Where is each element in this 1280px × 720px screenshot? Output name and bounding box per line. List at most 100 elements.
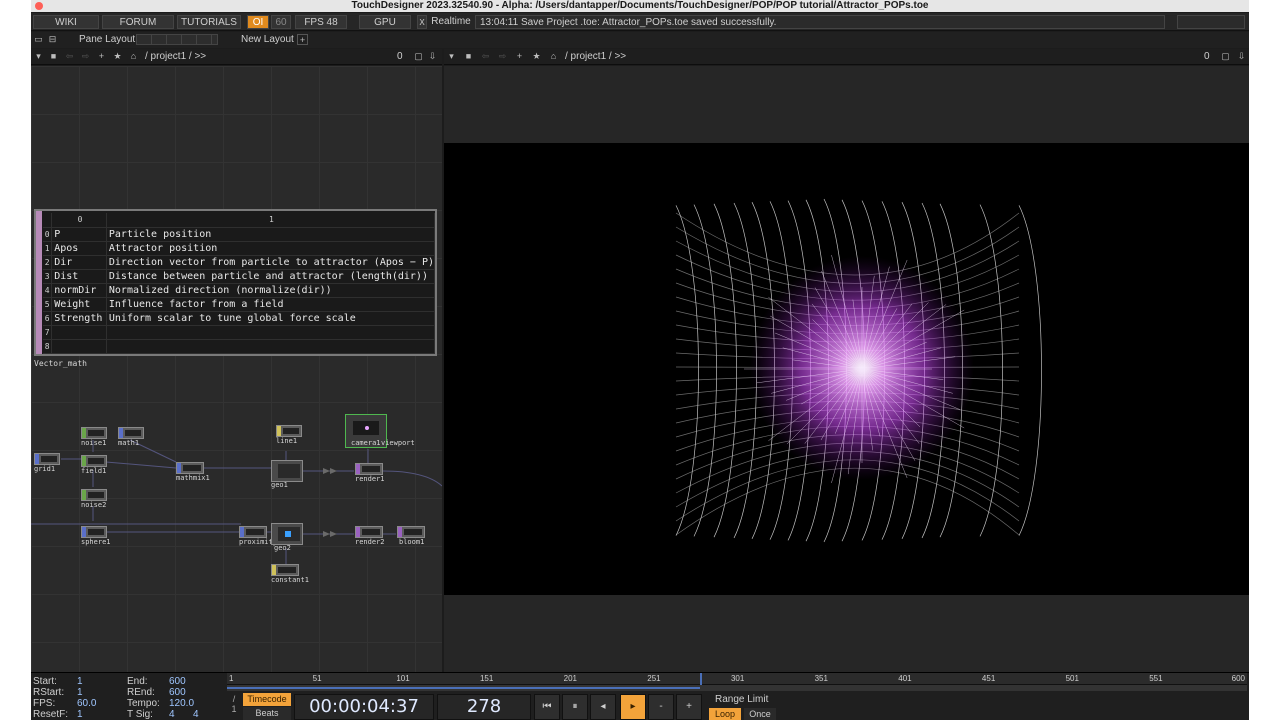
timeline-ruler[interactable]: 1 51 101 151 201 251 301 351 401 451 501 551 600: [227, 673, 1247, 685]
timeline-scrubber[interactable]: [227, 685, 1247, 691]
add-layout-button[interactable]: +: [297, 34, 308, 45]
math1-node[interactable]: [118, 427, 144, 439]
back-icon[interactable]: ⇦: [64, 51, 75, 62]
pane-layout-presets[interactable]: [136, 34, 218, 45]
forum-button[interactable]: FORUM: [102, 15, 174, 29]
add-icon[interactable]: +: [514, 51, 525, 62]
search-box[interactable]: [1177, 15, 1245, 29]
network-editor[interactable]: 0 1 0 P Particle position 1 Apos Attractor p…: [31, 66, 442, 672]
ruler-tick: 151: [479, 674, 494, 683]
step-plus-button[interactable]: +: [676, 694, 702, 720]
star-icon[interactable]: ★: [112, 51, 123, 62]
ruler-tick: 201: [563, 674, 577, 683]
mathmix1-node[interactable]: [176, 462, 204, 474]
rstart-frame[interactable]: 1: [77, 687, 83, 698]
chevron-down-icon[interactable]: ▾: [446, 51, 457, 62]
timeline-bar: Start: 1 RStart: 1 FPS: 60.0 ResetF: 1 End: 6…: [31, 672, 1249, 720]
realtime-checkbox[interactable]: X: [417, 15, 427, 29]
start-frame[interactable]: 1: [77, 676, 83, 687]
download-icon[interactable]: ⇩: [1236, 51, 1247, 62]
loop-toggle[interactable]: Loop: [709, 708, 741, 720]
network-pathbar: ▾ ■ ⇦ ⇨ + ★ ⌂ / project1 / >> 0 ▢ ⇩: [31, 49, 442, 65]
sphere1-label: sphere1: [81, 538, 111, 546]
tsig-b[interactable]: 4: [193, 709, 199, 720]
back-icon[interactable]: ⇦: [480, 51, 491, 62]
ruler-tick: 251: [647, 674, 661, 683]
download-icon[interactable]: ⇩: [427, 51, 438, 62]
render1-node[interactable]: [355, 463, 383, 475]
network-path[interactable]: / project1 / >>: [145, 51, 206, 62]
gpu-button[interactable]: GPU: [359, 15, 411, 29]
mathmix1-label: mathmix1: [176, 474, 210, 482]
home-icon[interactable]: ⌂: [548, 51, 559, 62]
stop-icon[interactable]: ■: [463, 51, 474, 62]
geo2-label: geo2: [274, 544, 291, 552]
noise2-node[interactable]: [81, 489, 107, 501]
geo1-node[interactable]: [271, 460, 303, 482]
constant1-node[interactable]: [271, 564, 299, 576]
ruler-tick: 301: [730, 674, 745, 683]
end-frame[interactable]: 600: [169, 676, 186, 687]
step-minus-button[interactable]: -: [648, 694, 674, 720]
split-icon[interactable]: ⊟: [47, 34, 58, 45]
home-icon[interactable]: ⌂: [128, 51, 139, 62]
oi-indicator[interactable]: OI: [247, 15, 269, 29]
viewer-count: 0: [1204, 51, 1210, 62]
rewind-button[interactable]: ⏮: [534, 694, 560, 720]
add-icon[interactable]: +: [96, 51, 107, 62]
stop-icon[interactable]: ■: [48, 51, 59, 62]
new-layout-label: New Layout: [241, 34, 294, 45]
rend-frame[interactable]: 600: [169, 687, 186, 698]
ruler-tick: 600: [1231, 674, 1245, 683]
chevron-down-icon[interactable]: ▾: [33, 51, 44, 62]
fps-readout: FPS 48: [295, 15, 347, 29]
status-message: 13:04:11 Save Project .toe: Attractor_PO…: [475, 15, 1165, 29]
window-titlebar: TouchDesigner 2023.32540.90 - Alpha: /Us…: [31, 0, 1249, 12]
viewport-render[interactable]: [444, 143, 1249, 595]
step-back-button[interactable]: ◂: [590, 694, 616, 720]
bloom1-node[interactable]: [397, 526, 425, 538]
geo2-node[interactable]: [271, 523, 303, 545]
playhead[interactable]: [699, 673, 702, 685]
close-window-icon[interactable]: [35, 2, 43, 10]
pane-layout-label: Pane Layout: [79, 34, 136, 45]
forward-icon[interactable]: ⇨: [497, 51, 508, 62]
viewport-label: viewport: [381, 439, 415, 447]
render2-node[interactable]: [355, 526, 383, 538]
timecode-display[interactable]: 00:00:04:37: [294, 694, 434, 720]
pause-button[interactable]: ⏸: [562, 694, 588, 720]
ruler-tick: 51: [312, 674, 322, 683]
fps-value[interactable]: 60.0: [77, 698, 96, 709]
ruler-tick: 351: [814, 674, 828, 683]
pane-maximize-icon[interactable]: ▢: [1220, 51, 1231, 62]
forward-icon[interactable]: ⇨: [80, 51, 91, 62]
star-icon[interactable]: ★: [531, 51, 542, 62]
line1-node[interactable]: [276, 425, 302, 437]
grid1-node[interactable]: [34, 453, 60, 465]
geo1-label: geo1: [271, 481, 288, 489]
beats-toggle[interactable]: Beats: [243, 707, 291, 720]
field1-node[interactable]: [81, 455, 107, 467]
ruler-tick: 401: [898, 674, 912, 683]
pane-icon[interactable]: ▭: [33, 34, 44, 45]
tutorials-button[interactable]: TUTORIALS: [177, 15, 241, 29]
resetf-value[interactable]: 1: [77, 709, 83, 720]
proximity1-node[interactable]: [239, 526, 267, 538]
ruler-tick: 101: [396, 674, 410, 683]
timeline-settings: Start: 1 RStart: 1 FPS: 60.0 ResetF: 1 End: 6…: [33, 676, 199, 720]
noise1-node[interactable]: [81, 427, 107, 439]
wiki-button[interactable]: WIKI: [33, 15, 99, 29]
sphere1-node[interactable]: [81, 526, 107, 538]
play-button[interactable]: ▸: [620, 694, 646, 720]
pane-maximize-icon[interactable]: ▢: [413, 51, 424, 62]
viewer-path[interactable]: / project1 / >>: [565, 51, 626, 62]
constant1-label: constant1: [271, 576, 309, 584]
timeline-side-icons[interactable]: /1: [229, 694, 239, 720]
field1-label: field1: [81, 467, 107, 475]
tempo-value[interactable]: 120.0: [169, 698, 194, 709]
tsig-a[interactable]: 4: [169, 709, 175, 720]
render-viewer[interactable]: [444, 66, 1249, 672]
once-toggle[interactable]: Once: [744, 708, 776, 720]
frame-display[interactable]: 278: [437, 694, 531, 720]
timecode-toggle[interactable]: Timecode: [243, 693, 291, 706]
